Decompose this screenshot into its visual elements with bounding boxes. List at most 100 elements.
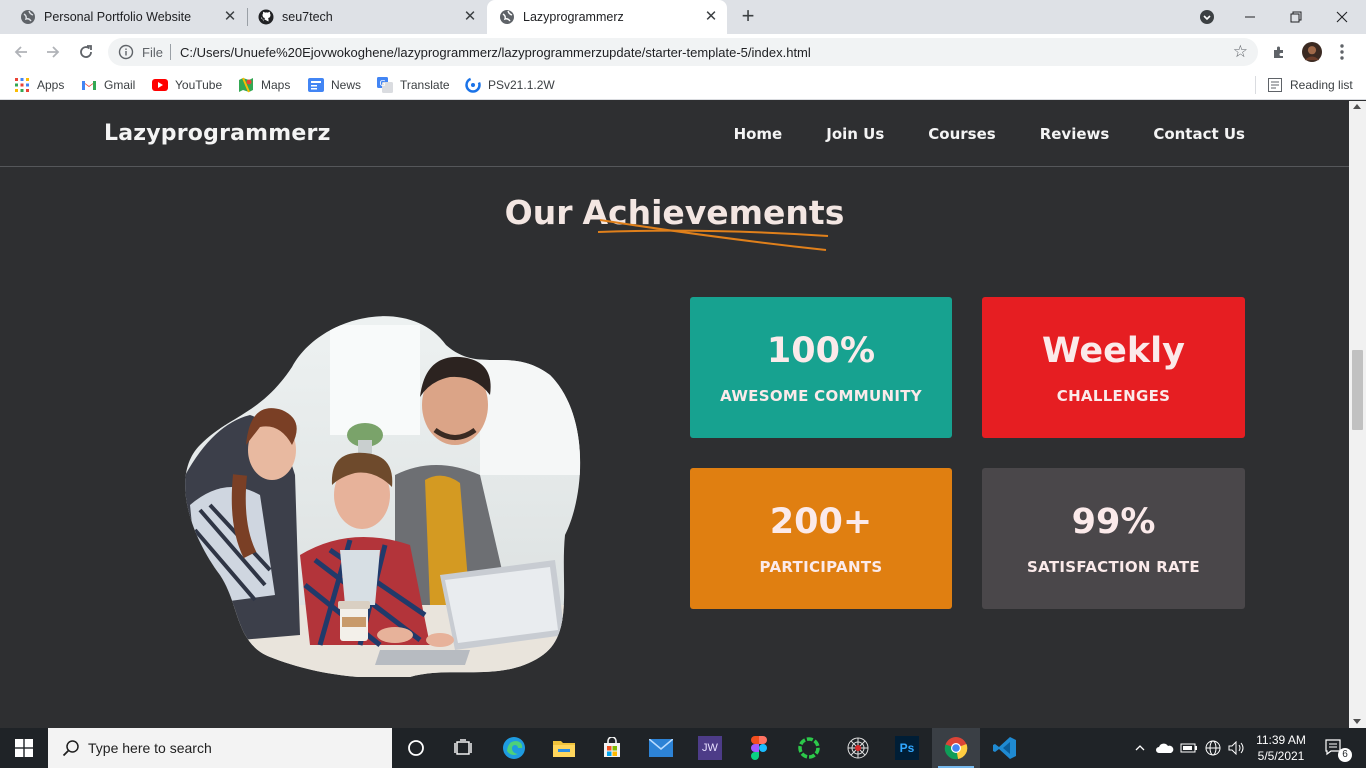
achievement-label: SATISFACTION RATE	[1027, 558, 1200, 576]
chevron-down-icon	[1200, 10, 1214, 24]
nav-reviews[interactable]: Reviews	[1040, 125, 1110, 143]
vscode-icon[interactable]	[981, 728, 1029, 768]
achievement-label: AWESOME COMMUNITY	[720, 387, 922, 405]
mail-icon[interactable]	[637, 728, 685, 768]
page-scrollbar[interactable]	[1349, 101, 1366, 728]
reload-button[interactable]	[74, 40, 98, 64]
nav-join-us[interactable]: Join Us	[826, 125, 884, 143]
url-text[interactable]: C:/Users/Unuefe%20Ejovwokoghene/lazyprog…	[180, 45, 811, 60]
bookmark-apps[interactable]: Apps	[14, 76, 64, 94]
globe-icon	[499, 9, 515, 25]
restore-icon	[1290, 11, 1302, 23]
scroll-up-icon[interactable]	[1353, 104, 1361, 109]
achievement-card-participants[interactable]: 200+ PARTICIPANTS	[690, 468, 952, 609]
profile-avatar[interactable]	[1302, 42, 1322, 62]
info-icon[interactable]	[118, 44, 134, 60]
onedrive-icon[interactable]	[1154, 728, 1176, 768]
show-hidden-icons[interactable]	[1131, 728, 1149, 768]
apps-grid-icon	[14, 77, 30, 93]
bookmark-news[interactable]: News	[308, 76, 361, 94]
new-tab-button[interactable]: +	[737, 5, 759, 28]
restore-button[interactable]	[1273, 0, 1319, 34]
volume-icon[interactable]	[1226, 728, 1248, 768]
browser-toolbar: File C:/Users/Unuefe%20Ejovwokoghene/laz…	[0, 34, 1366, 70]
close-icon[interactable]: ✕	[703, 9, 719, 25]
close-icon[interactable]: ✕	[462, 9, 478, 25]
tab-lazyprogrammerz[interactable]: Lazyprogrammerz ✕	[487, 0, 727, 34]
achievement-card-community[interactable]: 100% AWESOME COMMUNITY	[690, 297, 952, 438]
forward-arrow-icon	[47, 46, 60, 58]
achievement-card-challenges[interactable]: Weekly CHALLENGES	[982, 297, 1245, 438]
tab-title: seu7tech	[282, 10, 333, 24]
bookmark-maps[interactable]: Maps	[238, 76, 290, 94]
bookmarks-divider	[1255, 76, 1256, 94]
site-nav-links: Home Join Us Courses Reviews Contact Us	[734, 125, 1245, 143]
youtube-icon	[152, 77, 168, 93]
students-blob-image	[185, 316, 581, 677]
nav-contact-us[interactable]: Contact Us	[1153, 125, 1245, 143]
svg-text:G: G	[380, 79, 386, 88]
extensions-icon[interactable]	[1269, 42, 1289, 62]
forward-button[interactable]	[41, 40, 65, 64]
file-explorer-icon[interactable]	[540, 728, 588, 768]
back-button[interactable]	[9, 40, 33, 64]
minimize-icon	[1245, 16, 1255, 18]
site-navbar: Lazyprogrammerz Home Join Us Courses Rev…	[0, 101, 1349, 167]
store-icon[interactable]	[588, 728, 636, 768]
chrome-icon[interactable]	[932, 728, 980, 768]
close-icon	[1336, 11, 1348, 23]
action-center-button[interactable]: 6	[1318, 728, 1352, 768]
edge-icon[interactable]	[490, 728, 538, 768]
close-icon[interactable]: ✕	[222, 9, 238, 25]
system-clock[interactable]: 11:39 AM 5/5/2021	[1250, 732, 1312, 764]
achievement-card-satisfaction[interactable]: 99% SATISFACTION RATE	[982, 468, 1245, 609]
nav-courses[interactable]: Courses	[928, 125, 995, 143]
globe-icon	[20, 9, 36, 25]
news-icon	[308, 77, 324, 93]
maps-icon	[238, 77, 254, 93]
windows-logo-icon	[15, 739, 33, 757]
address-bar[interactable]: File C:/Users/Unuefe%20Ejovwokoghene/laz…	[108, 38, 1258, 66]
task-view-icon[interactable]	[440, 728, 488, 768]
site-logo[interactable]: Lazyprogrammerz	[104, 121, 331, 146]
bookmark-psv21[interactable]: PSv21.1.2W	[465, 76, 555, 94]
network-globe-icon[interactable]	[1202, 728, 1224, 768]
reading-list-icon	[1267, 77, 1283, 93]
photoshop-icon[interactable]: Ps	[883, 728, 931, 768]
scroll-down-icon[interactable]	[1353, 719, 1361, 724]
browser-menu-icon[interactable]	[1332, 42, 1352, 62]
reading-list-button[interactable]: Reading list	[1267, 76, 1353, 94]
battery-icon[interactable]	[1178, 728, 1200, 768]
bookmark-star-icon[interactable]: ☆	[1233, 42, 1248, 62]
file-scheme-label: File	[142, 45, 163, 60]
achievement-label: PARTICIPANTS	[759, 558, 883, 576]
cortana-icon[interactable]	[392, 728, 440, 768]
minimize-button[interactable]	[1227, 0, 1273, 34]
search-icon	[62, 740, 79, 757]
figma-icon[interactable]	[735, 728, 783, 768]
nav-home[interactable]: Home	[734, 125, 783, 143]
github-icon	[258, 9, 274, 25]
start-button[interactable]	[0, 728, 48, 768]
spider-web-app-icon[interactable]	[834, 728, 882, 768]
section-title-our: Our	[504, 193, 573, 232]
loading-ring-app-icon[interactable]	[785, 728, 833, 768]
achievement-label: CHALLENGES	[1056, 387, 1171, 405]
bookmark-label: YouTube	[175, 78, 223, 92]
scrollbar-thumb[interactable]	[1352, 350, 1363, 430]
jw-app-icon[interactable]: JW	[686, 728, 734, 768]
reload-icon	[80, 45, 92, 58]
close-window-button[interactable]	[1319, 0, 1365, 34]
gmail-icon	[81, 77, 97, 93]
bookmark-youtube[interactable]: YouTube	[152, 76, 222, 94]
tab-seu7tech[interactable]: seu7tech ✕	[238, 0, 486, 34]
taskbar-search-box[interactable]: Type here to search	[48, 728, 392, 768]
bookmark-translate[interactable]: G Translate	[377, 76, 450, 94]
bookmark-favicon-icon	[465, 77, 481, 93]
bookmark-label: News	[331, 78, 362, 92]
tab-personal-portfolio[interactable]: Personal Portfolio Website ✕	[0, 0, 246, 34]
bookmark-gmail[interactable]: Gmail	[81, 76, 135, 94]
tab-search-button[interactable]	[1184, 0, 1230, 34]
bookmark-label: Apps	[37, 78, 65, 92]
bookmark-label: Gmail	[104, 78, 136, 92]
